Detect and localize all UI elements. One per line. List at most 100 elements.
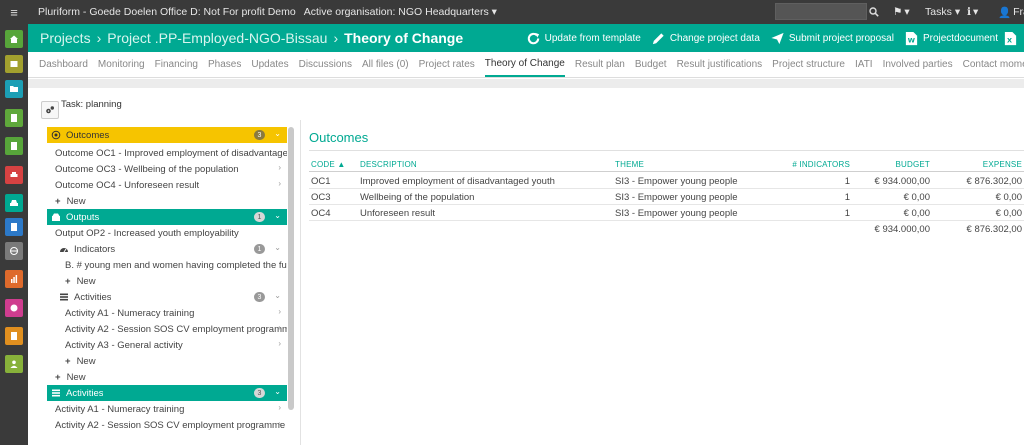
cell-indicators: 1 — [844, 176, 850, 187]
change-project-data-button[interactable]: Change project data — [651, 31, 760, 46]
column-header-budget[interactable]: BUDGET — [895, 160, 930, 169]
table-row[interactable]: OC4 Unforeseen result SI3 - Empower youn… — [309, 205, 1024, 221]
active-organisation-dropdown[interactable]: Active organisation: NGO Headquarters ▾ — [304, 6, 497, 18]
tab-all-files-0[interactable]: All files (0) — [362, 52, 409, 77]
tree-item[interactable]: B. # young men and women having complete… — [47, 257, 287, 273]
cell-indicators: 1 — [844, 192, 850, 203]
tab-contact-moments[interactable]: Contact moments — [963, 52, 1024, 77]
update-from-template-button[interactable]: Update from template — [526, 31, 641, 46]
rail-relations-icon[interactable] — [5, 55, 23, 73]
new-outcome-button[interactable]: + New — [47, 193, 287, 209]
tab-project-structure[interactable]: Project structure — [772, 52, 845, 77]
tree-item[interactable]: Output OP2 - Increased youth employabili… — [47, 225, 287, 241]
column-header-indicators[interactable]: # INDICATORS — [792, 160, 850, 169]
submit-project-proposal-label: Submit project proposal — [788, 32, 894, 44]
chevron-down-icon[interactable]: ⌄ — [274, 129, 281, 138]
column-header-expense[interactable]: EXPENSE — [983, 160, 1022, 169]
new-activity-button[interactable]: + New — [47, 353, 287, 369]
new-output-button[interactable]: + New — [47, 369, 287, 385]
rail-chart-icon[interactable] — [5, 270, 23, 288]
crumb-projects[interactable]: Projects — [40, 30, 91, 46]
new-indicator-button[interactable]: + New — [47, 273, 287, 289]
search-input[interactable] — [775, 3, 867, 20]
rail-projects-icon[interactable] — [5, 194, 23, 212]
tree-item[interactable]: Outcome OC1 - Improved employment of dis… — [47, 145, 287, 161]
tab-theory-of-change[interactable]: Theory of Change — [484, 52, 565, 77]
active-organisation-label: Active organisation: NGO Headquarters — [303, 6, 489, 18]
rail-document-icon[interactable] — [5, 109, 23, 127]
tree-item-label: Outcome OC1 - Improved employment of dis… — [55, 147, 287, 159]
tab-phases[interactable]: Phases — [208, 52, 241, 77]
tree-item[interactable]: Activity A1 - Numeracy training › — [47, 401, 287, 417]
crumb-project[interactable]: Project .PP-Employed-NGO-Bissau — [107, 30, 327, 46]
menu-icon[interactable]: ≡ — [0, 0, 28, 24]
info-menu[interactable]: ℹ ▾ — [967, 0, 978, 24]
projectdocument-button[interactable]: W Projectdocument X — [904, 31, 1018, 46]
tab-discussions[interactable]: Discussions — [299, 52, 352, 77]
tab-updates[interactable]: Updates — [251, 52, 288, 77]
tab-project-rates[interactable]: Project rates — [419, 52, 475, 77]
new-label: New — [66, 371, 86, 383]
tab-involved-parties[interactable]: Involved parties — [883, 52, 953, 77]
tasks-menu[interactable]: Tasks ▾ — [925, 0, 960, 24]
table-row[interactable]: OC1 Improved employment of disadvantaged… — [309, 173, 1024, 189]
tree-scrollbar[interactable] — [288, 127, 294, 410]
flag-menu[interactable]: ⚑ ▾ — [893, 0, 910, 24]
tree-subgroup-activities[interactable]: Activities 3 ⌄ — [47, 289, 287, 305]
excel-document-icon[interactable]: X — [1003, 31, 1018, 46]
tree-group-label: Activities — [66, 387, 104, 399]
tab-result-plan[interactable]: Result plan — [575, 52, 625, 77]
tree-group-outcomes[interactable]: Outcomes 3 ⌄ — [47, 127, 287, 143]
tab-iati[interactable]: IATI — [855, 52, 873, 77]
rail-files-icon[interactable] — [5, 327, 23, 345]
tree-group-activities[interactable]: Activities 3 ⌄ — [47, 385, 287, 401]
cell-expense: € 0,00 — [995, 208, 1022, 219]
tree-item[interactable]: Outcome OC3 - Wellbeing of the populatio… — [47, 161, 287, 177]
tab-monitoring[interactable]: Monitoring — [98, 52, 145, 77]
column-header-code[interactable]: CODE ▲ — [311, 160, 345, 169]
tree-item[interactable]: Activity A2 - Session SOS CV employment … — [47, 321, 287, 337]
rail-globe-icon[interactable] — [5, 242, 23, 260]
column-header-theme[interactable]: THEME — [615, 160, 644, 169]
tree-subgroup-indicators[interactable]: Indicators 1 ⌄ — [47, 241, 287, 257]
target-icon — [51, 130, 61, 140]
panel-divider — [300, 120, 301, 445]
rail-world-icon[interactable] — [5, 299, 23, 317]
tree-item[interactable]: Outcome OC4 - Unforeseen result › — [47, 177, 287, 193]
tree-item[interactable]: Activity A2 - Session SOS CV employment … — [47, 417, 287, 433]
table-row[interactable]: OC3 Wellbeing of the population SI3 - Em… — [309, 189, 1024, 205]
tree-item[interactable]: Activity A1 - Numeracy training › — [47, 305, 287, 321]
user-icon: 👤 — [998, 6, 1012, 19]
chevron-down-icon[interactable]: ⌄ — [274, 387, 281, 396]
cell-indicators: 1 — [844, 208, 850, 219]
rail-car-icon[interactable] — [5, 166, 23, 184]
column-header-description[interactable]: DESCRIPTION — [360, 160, 417, 169]
new-label: New — [76, 355, 96, 367]
total-expense: € 876.302,00 — [966, 224, 1022, 235]
settings-button[interactable] — [41, 101, 59, 119]
tab-financing[interactable]: Financing — [155, 52, 198, 77]
tab-result-justifications[interactable]: Result justifications — [677, 52, 763, 77]
rail-person-icon[interactable] — [5, 355, 23, 373]
chevron-down-icon[interactable]: ⌄ — [274, 243, 281, 252]
search-icon[interactable] — [867, 3, 881, 20]
chevron-down-icon[interactable]: ⌄ — [274, 211, 281, 220]
tree-item-label: Activity A2 - Session SOS CV employment … — [55, 419, 286, 431]
rail-report-icon[interactable] — [5, 218, 23, 236]
submit-project-proposal-button[interactable]: Submit project proposal — [770, 31, 894, 46]
tree-item[interactable]: Activity A3 - General activity › — [47, 337, 287, 353]
panel-title-rule — [309, 150, 1024, 151]
user-menu[interactable]: 👤Fra — [998, 0, 1024, 24]
rail-book-icon[interactable] — [5, 137, 23, 155]
refresh-icon — [527, 32, 539, 44]
tree-group-outputs[interactable]: Outputs 1 ⌄ — [47, 209, 287, 225]
tab-budget[interactable]: Budget — [635, 52, 667, 77]
app-title: Pluriform - Goede Doelen Office D: Not F… — [38, 6, 296, 18]
rail-home-icon[interactable] — [5, 30, 23, 48]
tab-dashboard[interactable]: Dashboard — [39, 52, 88, 77]
chevron-down-icon[interactable]: ⌄ — [274, 291, 281, 300]
rail-folder-icon[interactable] — [5, 80, 23, 98]
pencil-icon — [652, 32, 664, 44]
cell-description: Improved employment of disadvantaged you… — [360, 176, 555, 187]
chevron-right-icon: › — [278, 323, 281, 332]
